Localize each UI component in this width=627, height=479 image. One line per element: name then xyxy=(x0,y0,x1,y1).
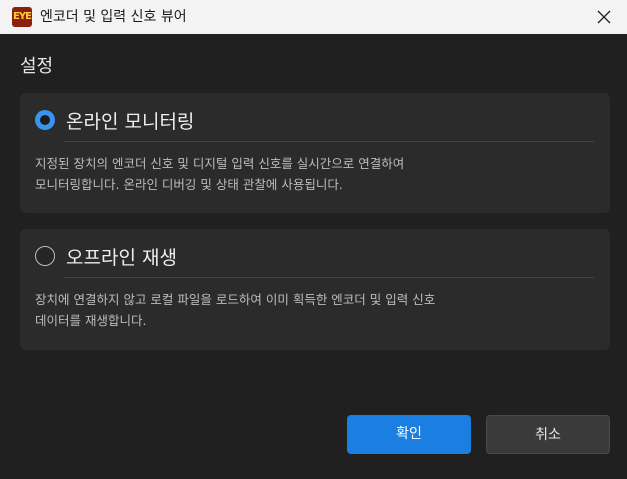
option-label-offline[interactable]: 오프라인 재생 xyxy=(66,243,177,270)
app-logo-icon: EYE xyxy=(12,7,32,27)
option-card-online[interactable]: 온라인 모니터링 지정된 장치의 엔코더 신호 및 디지털 입력 신호를 실시간… xyxy=(20,93,610,213)
close-button[interactable] xyxy=(581,0,627,34)
option-description-offline: 장치에 연결하지 않고 로컬 파일을 로드하여 이미 획득한 엔코더 및 입력 … xyxy=(35,292,436,328)
window-title: 엔코더 및 입력 신호 뷰어 xyxy=(40,9,187,25)
close-icon xyxy=(597,10,611,24)
card-divider xyxy=(64,141,594,142)
section-title: 설정 xyxy=(20,56,54,77)
radio-offline[interactable] xyxy=(35,246,55,266)
card-divider xyxy=(64,277,594,278)
dialog-window: EYE 엔코더 및 입력 신호 뷰어 설정 온라인 모니터링 지정된 장치의 엔… xyxy=(0,0,627,479)
option-description-online: 지정된 장치의 엔코더 신호 및 디지털 입력 신호를 실시간으로 연결하여 모… xyxy=(35,156,405,192)
title-bar: EYE 엔코더 및 입력 신호 뷰어 xyxy=(0,0,627,34)
option-card-offline[interactable]: 오프라인 재생 장치에 연결하지 않고 로컬 파일을 로드하여 이미 획득한 엔… xyxy=(20,229,610,350)
radio-online[interactable] xyxy=(35,110,55,130)
cancel-button[interactable]: 취소 xyxy=(486,415,610,454)
confirm-button[interactable]: 확인 xyxy=(347,415,471,454)
option-label-online[interactable]: 온라인 모니터링 xyxy=(66,107,194,134)
